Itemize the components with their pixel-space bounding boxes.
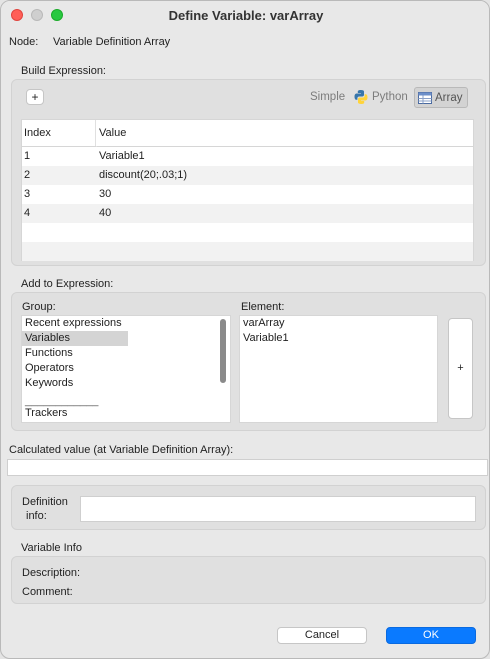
- group-item[interactable]: Trackers: [25, 406, 67, 421]
- ok-button[interactable]: OK: [386, 627, 476, 644]
- calculated-value-field[interactable]: [7, 459, 488, 476]
- group-item[interactable]: Operators: [25, 361, 74, 376]
- window-title: Define Variable: varArray: [168, 8, 324, 23]
- column-header-index[interactable]: Index: [22, 120, 96, 146]
- column-header-value[interactable]: Value: [96, 120, 474, 146]
- element-item[interactable]: Variable1: [243, 331, 289, 346]
- row-index: 2: [24, 169, 31, 181]
- element-label: Element:: [241, 301, 285, 313]
- group-item[interactable]: Keywords: [25, 376, 73, 391]
- row-value: 40: [99, 207, 112, 219]
- mode-python[interactable]: Python: [353, 89, 408, 105]
- add-row-button[interactable]: +: [26, 89, 44, 105]
- mode-simple-label: Simple: [310, 91, 346, 103]
- description-label: Description:: [22, 567, 81, 579]
- mode-simple[interactable]: Simple: [310, 91, 345, 103]
- row-index: 4: [24, 207, 31, 219]
- calculated-value-label: Calculated value (at Variable Definition…: [9, 444, 234, 456]
- group-item[interactable]: Functions: [25, 346, 73, 361]
- define-variable-dialog: Define Variable: varArray Node: Variable…: [0, 0, 490, 659]
- variable-info-group: [11, 556, 486, 604]
- mode-array-label: Array: [435, 91, 463, 104]
- comment-label: Comment:: [22, 586, 73, 598]
- node-value: Variable Definition Array: [53, 36, 171, 48]
- definition-info-field[interactable]: [80, 496, 476, 522]
- group-scrollbar[interactable]: [220, 319, 226, 383]
- group-label: Group:: [22, 301, 56, 313]
- python-icon: [354, 90, 368, 104]
- table-row[interactable]: 2 discount(20;.03;1): [22, 166, 473, 185]
- table-row-empty[interactable]: [22, 242, 473, 261]
- table-row[interactable]: 3 30: [22, 185, 473, 204]
- row-value: 30: [99, 188, 112, 200]
- array-table: Index Value 1 Variable1 2 discount(20;.0…: [21, 119, 474, 261]
- title-bar: Define Variable: varArray: [1, 1, 489, 29]
- mode-array[interactable]: Array: [414, 87, 468, 108]
- add-element-button[interactable]: +: [448, 318, 473, 419]
- table-row[interactable]: 4 40: [22, 204, 473, 223]
- element-list[interactable]: varArray Variable1: [239, 315, 438, 423]
- definition-info-label-line1: Definition: [22, 496, 68, 508]
- cancel-button[interactable]: Cancel: [277, 627, 367, 644]
- element-item[interactable]: varArray: [243, 316, 285, 331]
- row-value: Variable1: [99, 150, 145, 162]
- table-icon: [418, 91, 432, 104]
- build-expression-label: Build Expression:: [21, 65, 106, 77]
- row-value: discount(20;.03;1): [99, 169, 188, 181]
- definition-info-label-line2: info:: [26, 510, 47, 522]
- row-index: 3: [24, 188, 31, 200]
- table-row-empty[interactable]: [22, 223, 473, 242]
- group-list[interactable]: Recent expressions Variables Functions O…: [21, 315, 231, 423]
- node-label: Node:: [9, 36, 39, 48]
- table-row[interactable]: 1 Variable1: [22, 147, 473, 166]
- group-item[interactable]: Recent expressions: [25, 316, 122, 331]
- mode-python-label: Python: [372, 91, 408, 103]
- variable-info-label: Variable Info: [21, 542, 82, 554]
- group-item-selected[interactable]: Variables: [25, 331, 70, 346]
- row-index: 1: [24, 150, 31, 162]
- add-to-expression-label: Add to Expression:: [21, 278, 114, 290]
